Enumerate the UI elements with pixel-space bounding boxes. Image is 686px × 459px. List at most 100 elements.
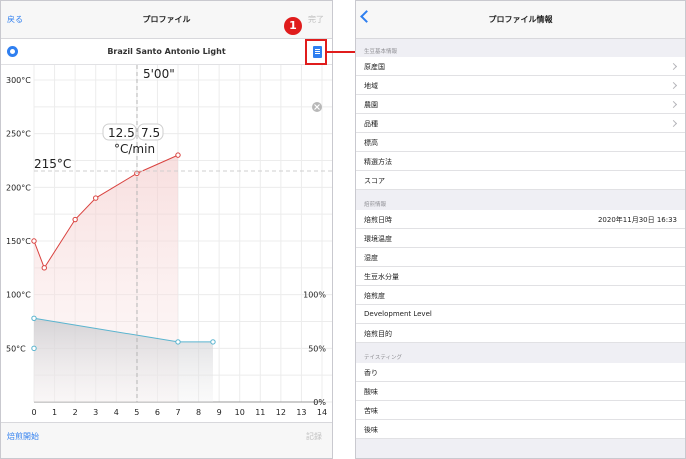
bean-temp-point — [175, 152, 181, 158]
list-item-label: 焙煎目的 — [364, 330, 392, 338]
time-marker: 5'00" — [143, 67, 175, 81]
record-button[interactable]: 記録 — [306, 431, 322, 442]
x-tick-label: 12 — [276, 408, 286, 417]
page-title: プロファイル情報 — [488, 15, 553, 24]
y-tick-label: 300°C — [6, 76, 31, 85]
list-item-value: 2020年11月30日 16:33 — [597, 216, 677, 224]
y-right-tick-label: 50% — [308, 344, 326, 353]
y-right-tick-label: 100% — [303, 291, 326, 300]
list-item-label: Development Level — [364, 310, 432, 318]
list-item[interactable]: 湿度 — [356, 248, 685, 267]
page-title: プロファイル — [142, 15, 191, 24]
done-button[interactable]: 完了 — [308, 14, 324, 25]
y-tick-label: 200°C — [6, 183, 31, 192]
footer-bar: 焙煎開始 記録 — [1, 422, 332, 458]
fan-power-point — [31, 315, 37, 321]
roast-chart: 300°C250°C200°C150°C100°C50°C 100%50%0% … — [6, 65, 332, 417]
list-item[interactable]: Development Level — [356, 305, 685, 324]
list-item[interactable]: 生豆水分量 — [356, 267, 685, 286]
x-tick-label: 10 — [235, 408, 245, 417]
list-item-label: 苦味 — [364, 407, 378, 415]
list-item[interactable]: 品種 — [356, 114, 685, 133]
bean-temp-point — [93, 195, 99, 201]
y-axis-labels: 300°C 250°C 200°C 150°C 100°C 50°C — [6, 76, 31, 353]
y-tick-label: 150°C — [6, 237, 31, 246]
list-item-label: 原産国 — [364, 63, 385, 71]
list-item[interactable]: 精選方法 — [356, 152, 685, 171]
fan-power-point — [31, 345, 37, 352]
y-tick-label: 50°C — [6, 344, 26, 353]
x-tick-label: 6 — [155, 408, 160, 417]
list-item[interactable]: 苦味 — [356, 401, 685, 420]
bean-row: Brazil Santo Antonio Light — [1, 39, 332, 65]
list-item-label: 品種 — [364, 120, 378, 128]
x-tick-label: 9 — [217, 408, 222, 417]
list-item[interactable]: 後味 — [356, 420, 685, 439]
fan-power-point — [175, 339, 181, 345]
start-roast-button[interactable]: 焙煎開始 — [7, 431, 39, 442]
fan-power-point — [210, 339, 216, 345]
x-tick-label: 14 — [317, 408, 327, 417]
list-item-label: 環境温度 — [364, 235, 392, 243]
x-tick-label: 0 — [31, 408, 36, 417]
bean-temp-point — [31, 238, 37, 244]
list-item[interactable]: 標高 — [356, 133, 685, 152]
chart-areas — [34, 155, 213, 402]
list-item-label: 地域 — [364, 82, 378, 90]
list-item-label: 精選方法 — [364, 158, 392, 166]
list-item[interactable]: 焙煎日時 2020年11月30日 16:33 — [356, 210, 685, 229]
bean-name: Brazil Santo Antonio Light — [107, 47, 226, 56]
list-item[interactable]: 農園 — [356, 95, 685, 114]
list-item-label: 湿度 — [364, 254, 378, 262]
x-axis-labels: 0 1 2 3 4 5 6 7 8 9 10 11 12 13 14 — [31, 408, 327, 417]
section-header: テイスティング — [364, 355, 403, 361]
x-tick-label: 3 — [93, 408, 98, 417]
bean-temp-point — [41, 265, 47, 271]
list-item-label: 香り — [364, 369, 378, 377]
x-tick-label: 13 — [296, 408, 306, 417]
chevron-right-icon — [669, 62, 678, 71]
x-tick-label: 2 — [73, 408, 78, 417]
nav-bar: プロファイル情報 — [356, 1, 685, 39]
x-tick-label: 5 — [134, 408, 139, 417]
list-item-label: 焙煎度 — [364, 292, 385, 300]
x-tick-label: 4 — [114, 408, 119, 417]
target-temp-label: 215°C — [34, 157, 71, 171]
list-item-label: 後味 — [364, 426, 378, 434]
section-header: 焙煎情報 — [364, 202, 387, 208]
x-tick-label: 1 — [52, 408, 57, 417]
readout-unit: °C/min — [114, 142, 155, 156]
close-icon[interactable] — [312, 102, 322, 112]
list-item-label: 生豆水分量 — [364, 273, 399, 281]
list-item[interactable]: 香り — [356, 363, 685, 382]
readout-temp: 12.5 — [108, 126, 135, 140]
list-item-label: 農園 — [364, 101, 378, 109]
section-header: 生豆基本情報 — [364, 49, 398, 55]
y-tick-label: 100°C — [6, 291, 31, 300]
nav-bar: 戻る プロファイル 完了 — [1, 1, 332, 39]
x-tick-label: 8 — [196, 408, 201, 417]
x-tick-label: 7 — [175, 408, 180, 417]
list-item[interactable]: 地域 — [356, 76, 685, 95]
list-item-label: 焙煎日時 — [364, 216, 392, 224]
list-item[interactable]: 酸味 — [356, 382, 685, 401]
annotation-highlight — [305, 39, 327, 65]
list-item[interactable]: 焙煎目的 — [356, 324, 685, 343]
annotation-badge: 1 — [284, 17, 302, 35]
y-right-tick-label: 0% — [313, 398, 326, 407]
y-tick-label: 250°C — [6, 130, 31, 139]
bean-temp-point — [72, 216, 78, 223]
profile-panel: 戻る プロファイル 完了 Brazil Santo Antonio Light … — [0, 0, 333, 459]
readout-ror: 7.5 — [141, 126, 160, 140]
list-item-label: スコア — [364, 177, 385, 185]
list-item-label: 標高 — [364, 139, 378, 147]
chevron-right-icon — [669, 81, 678, 90]
list-item[interactable]: 原産国 — [356, 57, 685, 76]
chevron-right-icon — [669, 100, 678, 109]
x-tick-label: 11 — [255, 408, 265, 417]
chevron-right-icon — [669, 119, 678, 128]
list-item[interactable]: スコア — [356, 171, 685, 190]
list-item[interactable]: 環境温度 — [356, 229, 685, 248]
list-item[interactable]: 焙煎度 — [356, 286, 685, 305]
profile-info-panel: プロファイル情報 生豆基本情報 原産国地域農園品種標高精選方法スコア焙煎情報焙煎日… — [355, 0, 686, 459]
